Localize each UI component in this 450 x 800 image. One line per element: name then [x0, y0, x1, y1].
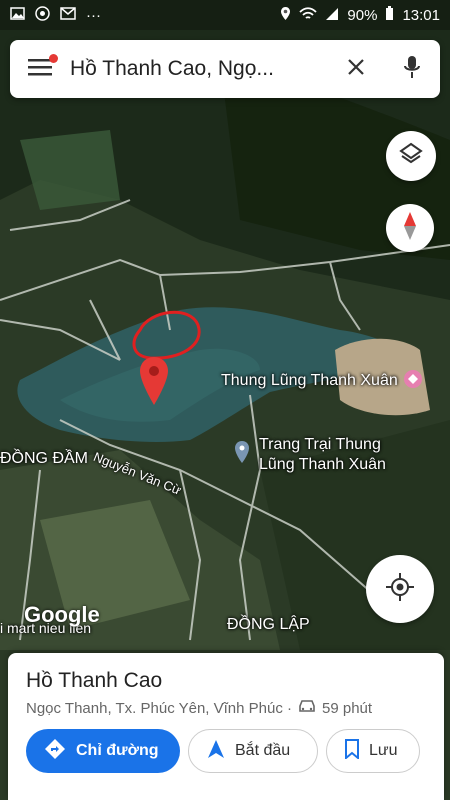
poi-label-trang-trai-2[interactable]: Lũng Thanh Xuân	[259, 456, 386, 474]
place-sheet[interactable]: Hồ Thanh Cao Ngọc Thanh, Tx. Phúc Yên, V…	[8, 653, 444, 800]
place-address: Ngọc Thanh, Tx. Phúc Yên, Vĩnh Phúc ·	[26, 699, 292, 717]
signal-icon	[325, 7, 339, 25]
start-button[interactable]: Bắt đầu	[188, 729, 318, 773]
notification-icons: ···	[10, 6, 101, 25]
place-title: Hồ Thanh Cao	[26, 669, 163, 692]
start-label: Bắt đầu	[235, 742, 291, 759]
compass-icon	[401, 211, 419, 246]
status-bar: ··· 90% 13:01	[0, 0, 450, 30]
directions-button[interactable]: Chỉ đường	[26, 729, 180, 773]
area-label-dong-dam: ĐỒNG ĐẦM	[0, 450, 88, 467]
crosshair-icon	[386, 572, 414, 606]
microphone-icon	[404, 55, 420, 84]
attraction-pin-icon[interactable]	[403, 369, 423, 394]
system-icons: 90% 13:01	[280, 6, 440, 25]
save-label: Lưu	[369, 742, 398, 759]
place-subtitle: Ngọc Thanh, Tx. Phúc Yên, Vĩnh Phúc · 59…	[26, 699, 372, 717]
location-icon	[280, 6, 291, 25]
search-input[interactable]: Hồ Thanh Cao, Ngọ...	[70, 57, 328, 81]
more-icon: ···	[86, 7, 101, 24]
chrome-icon	[35, 6, 50, 25]
navigation-arrow-icon	[207, 739, 225, 764]
clock: 13:01	[402, 7, 440, 24]
battery-percent: 90%	[347, 7, 378, 24]
close-icon	[347, 58, 365, 81]
layers-button[interactable]	[386, 131, 436, 181]
directions-label: Chỉ đường	[76, 742, 159, 759]
area-label-dong-lap: ĐỒNG LẬP	[227, 616, 310, 633]
menu-button[interactable]	[10, 40, 70, 98]
place-pin-icon[interactable]	[234, 440, 250, 469]
gmail-icon	[60, 7, 76, 24]
image-icon	[10, 7, 25, 24]
poi-label-thung-lung[interactable]: Thung Lũng Thanh Xuân	[221, 372, 398, 390]
bookmark-icon	[345, 738, 359, 764]
save-button[interactable]: Lưu	[326, 729, 420, 773]
poi-label-trang-trai-1[interactable]: Trang Trại Thung	[259, 436, 381, 454]
clear-search-button[interactable]	[328, 40, 384, 98]
google-logo: Google	[24, 602, 100, 627]
car-icon	[298, 699, 316, 717]
drive-time: 59 phút	[322, 699, 373, 717]
search-bar[interactable]: Hồ Thanh Cao, Ngọ...	[10, 40, 440, 98]
hamburger-icon	[28, 58, 52, 81]
location-pin-icon[interactable]	[139, 356, 169, 411]
my-location-button[interactable]	[366, 555, 434, 623]
compass-button[interactable]	[386, 204, 434, 252]
layers-icon	[399, 142, 423, 171]
directions-icon	[44, 738, 66, 765]
voice-search-button[interactable]	[384, 40, 440, 98]
wifi-icon	[299, 6, 318, 25]
battery-icon	[385, 6, 394, 25]
notification-dot	[49, 54, 58, 63]
action-row: Chỉ đường Bắt đầu Lưu	[26, 729, 420, 773]
